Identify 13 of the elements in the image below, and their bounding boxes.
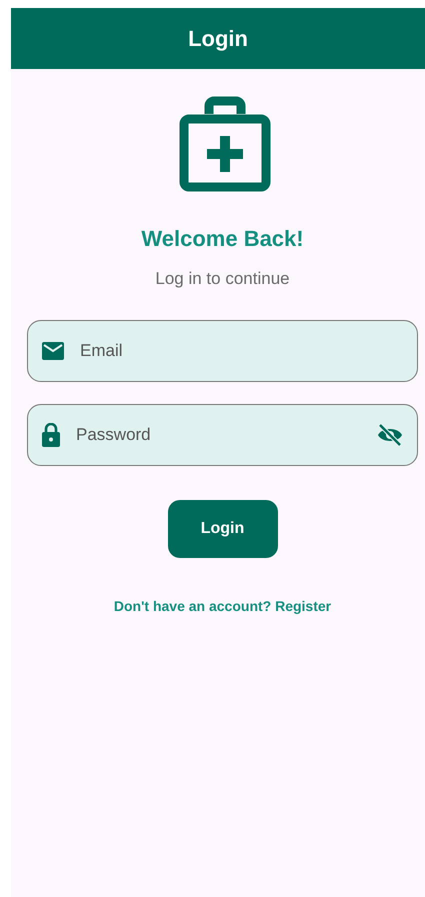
login-button[interactable]: Login (168, 500, 278, 558)
lock-icon (42, 423, 60, 447)
placeholder-text: Email (80, 341, 124, 361)
password-field[interactable]: Password (27, 404, 418, 466)
app-bar-title: Login (188, 26, 248, 52)
register-link[interactable]: Don't have an account? Register (114, 598, 332, 614)
first-aid-kit-icon (178, 96, 270, 192)
welcome-heading: Welcome Back! (141, 226, 304, 252)
subheading: Log in to continue (155, 269, 290, 289)
eye-off-icon[interactable] (377, 424, 403, 446)
mail-icon (42, 342, 64, 360)
placeholder-text: Password (76, 425, 152, 445)
email-field[interactable]: Email (27, 320, 418, 382)
